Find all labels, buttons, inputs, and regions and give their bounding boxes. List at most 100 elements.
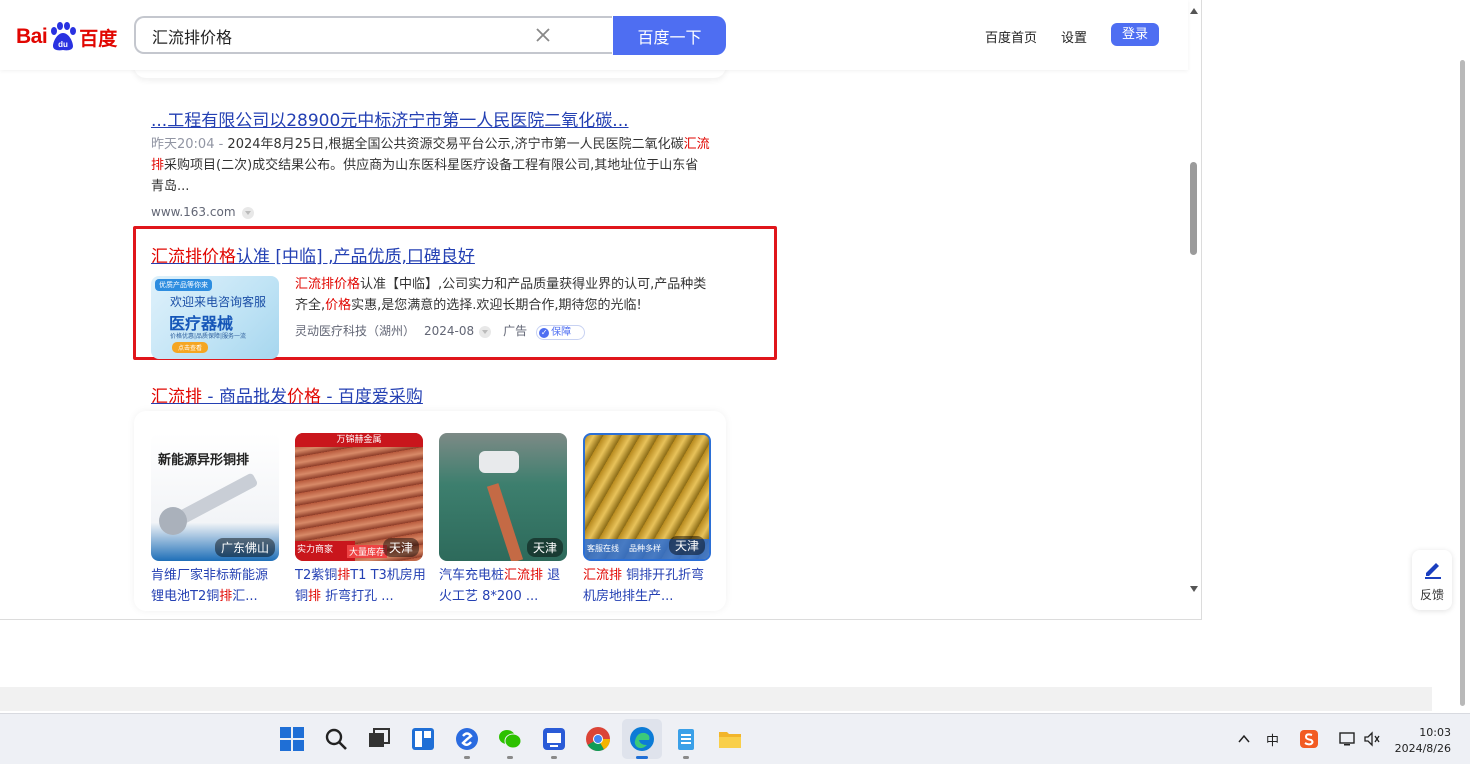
browser-content: Bai du 百度 百度一下 百度首页 设置 登录 ...工程有限公司以2890…	[0, 0, 1202, 620]
sogou-browser-icon[interactable]	[454, 726, 480, 752]
search-box	[134, 16, 612, 54]
product-image-text: 新能源异形铜排	[158, 453, 250, 468]
caption-highlight-2: 排	[308, 589, 322, 604]
chrome-icon[interactable]	[585, 726, 611, 752]
task-view-icon[interactable]	[366, 726, 392, 752]
result-source[interactable]: www.163.com	[151, 205, 254, 219]
running-indicator	[683, 756, 689, 759]
product-caption[interactable]: 肯维厂家非标新能源 锂电池T2铜排汇...	[151, 565, 283, 604]
feedback-label: 反馈	[1419, 588, 1444, 602]
ime-indicator[interactable]: 中	[1266, 730, 1279, 749]
app-icon[interactable]	[541, 726, 567, 752]
dropdown-icon[interactable]	[241, 206, 254, 219]
login-button[interactable]: 登录	[1111, 23, 1159, 46]
scroll-up-icon[interactable]	[1190, 8, 1198, 14]
product-image[interactable]: 客服在线 品种多样 天津	[583, 433, 711, 561]
caption-line2: 铜	[295, 589, 309, 604]
guarantee-badge[interactable]: ✓ 保障	[536, 325, 586, 340]
window-scrollbar[interactable]	[1456, 40, 1470, 712]
search-input[interactable]	[150, 18, 534, 54]
caption-line2-end: 汇...	[232, 589, 258, 604]
result-snippet: 昨天20:04 - 2024年8月25日,根据全国公共资源交易平台公示,济宁市第…	[151, 134, 711, 197]
ad-title-text: 认准 [中临] ,产品优质,口碑良好	[236, 247, 475, 267]
product-location: 天津	[382, 538, 419, 557]
ad-image[interactable]: 优质产品等你来 欢迎来电咨询客服 医疗器械 价格优惠|品质保障|服务一流 点击查…	[151, 276, 279, 359]
paw-icon: du	[51, 22, 77, 51]
scroll-down-icon[interactable]	[1190, 586, 1198, 592]
ad-image-tag: 优质产品等你来	[155, 279, 212, 291]
volume-muted-icon[interactable]	[1363, 731, 1381, 747]
page-scrollbar[interactable]	[1187, 0, 1201, 600]
product-item[interactable]: 新能源异形铜排 广东佛山 肯维厂家非标新能源 锂电池T2铜排汇...	[151, 433, 279, 604]
notepad-icon[interactable]	[673, 726, 699, 752]
ad-company[interactable]: 灵动医疗科技（湖州）	[295, 324, 415, 338]
ad-title-highlight: 汇流排价格	[151, 247, 236, 267]
aicaigou-title[interactable]: 汇流排 - 商品批发价格 - 百度爱采购	[151, 382, 423, 407]
product-badge-1: 实力商家	[297, 545, 334, 555]
widgets-icon[interactable]	[410, 726, 436, 752]
caption-line2: 机房地排生产...	[583, 589, 674, 604]
ad-title[interactable]: 汇流排价格认准 [中临] ,产品优质,口碑良好	[151, 242, 475, 267]
wechat-icon[interactable]	[497, 726, 523, 752]
clock-time: 10:03	[1419, 726, 1451, 739]
edit-icon	[1425, 563, 1441, 579]
product-caption[interactable]: 汽车充电桩汇流排 退 火工艺 8*200 ...	[439, 565, 571, 604]
logo-latin: Bai	[16, 25, 48, 48]
product-item[interactable]: 天津 汽车充电桩汇流排 退 火工艺 8*200 ...	[439, 433, 567, 604]
product-location: 广东佛山	[214, 538, 275, 557]
aicaigou-title-highlight: 汇流排	[151, 387, 202, 407]
ad-description: 汇流排价格认准【中临】,公司实力和产品质量获得业界的认可,产品种类齐全,价格实惠…	[295, 274, 715, 316]
product-image[interactable]: 万锦赫金属 实力商家 大量库存 天津	[295, 433, 423, 561]
caption-line1: 肯维厂家非标新能源	[151, 568, 269, 583]
search-button[interactable]: 百度一下	[613, 16, 726, 55]
product-brand-banner: 万锦赫金属	[295, 433, 423, 447]
product-item[interactable]: 万锦赫金属 实力商家 大量库存 天津 T2紫铜排T1 T3机房用 铜排 折弯打孔…	[295, 433, 426, 604]
ad-meta: 灵动医疗科技（湖州） 2024-08 广告 ✓ 保障	[295, 322, 594, 340]
ad-dropdown-icon[interactable]	[479, 325, 492, 338]
product-caption[interactable]: T2紫铜排T1 T3机房用 铜排 折弯打孔 ...	[295, 565, 427, 604]
check-icon: ✓	[539, 328, 550, 338]
ad-desc-highlight: 汇流排价格	[295, 277, 361, 292]
snippet-text-cont: 采购项目(二次)成交结果公布。供应商为山东医科星医疗设备工程有限公司,其地址位于…	[151, 158, 699, 194]
caption-line1-end: 退	[543, 568, 561, 583]
logo-du-text: du	[58, 40, 68, 49]
clock[interactable]: 10:03 2024/8/26	[1393, 725, 1451, 757]
product-image[interactable]: 天津	[439, 433, 567, 561]
caption-line1-end: 铜排开孔折弯	[622, 568, 705, 583]
product-caption[interactable]: 汇流排 铜排开孔折弯 机房地排生产...	[583, 565, 715, 604]
guarantee-label: 保障	[551, 327, 572, 338]
chevron-up-icon[interactable]	[1237, 732, 1251, 746]
ad-date: 2024-08	[424, 324, 475, 338]
window-scrollbar-thumb[interactable]	[1460, 60, 1465, 706]
ad-image-line1: 欢迎来电咨询客服	[170, 295, 267, 309]
taskbar: 中 10:03 2024/8/26	[0, 713, 1470, 764]
aicaigou-title-end: - 百度爱采购	[320, 387, 423, 407]
result-title[interactable]: ...工程有限公司以28900元中标济宁市第一人民医院二氧化碳...	[151, 106, 629, 131]
source-url[interactable]: www.163.com	[151, 205, 236, 219]
scrollbar-thumb[interactable]	[1190, 162, 1197, 255]
baidu-logo[interactable]: Bai du 百度	[16, 21, 117, 53]
feedback-button[interactable]: 反馈	[1412, 550, 1452, 610]
search-icon[interactable]	[323, 726, 349, 752]
caption-line2: 锂电池T2铜	[151, 589, 220, 604]
ad-label: 广告	[503, 324, 528, 338]
clock-date: 2024/8/26	[1394, 742, 1451, 755]
product-badge-1: 客服在线	[587, 544, 619, 553]
folder-icon[interactable]	[717, 726, 743, 752]
network-icon[interactable]	[1339, 731, 1357, 747]
settings-link[interactable]: 设置	[1061, 27, 1087, 46]
ad-desc-highlight-2: 价格	[325, 298, 352, 313]
caption-highlight: 排	[219, 589, 233, 604]
sogou-ime-icon[interactable]	[1299, 729, 1319, 749]
product-item[interactable]: 客服在线 品种多样 天津 汇流排 铜排开孔折弯 机房地排生产...	[583, 433, 711, 604]
copper-bar-end	[159, 507, 187, 535]
baidu-home-link[interactable]: 百度首页	[985, 27, 1037, 46]
copper-bar-shape	[486, 483, 524, 561]
edge-icon[interactable]	[629, 726, 655, 752]
clear-icon[interactable]	[534, 26, 552, 44]
running-indicator	[551, 756, 557, 759]
ad-image-button: 点击查看	[172, 342, 209, 353]
caption-highlight: 排	[337, 568, 351, 583]
windows-start-icon[interactable]	[279, 726, 305, 752]
product-image[interactable]: 新能源异形铜排 广东佛山	[151, 433, 279, 561]
